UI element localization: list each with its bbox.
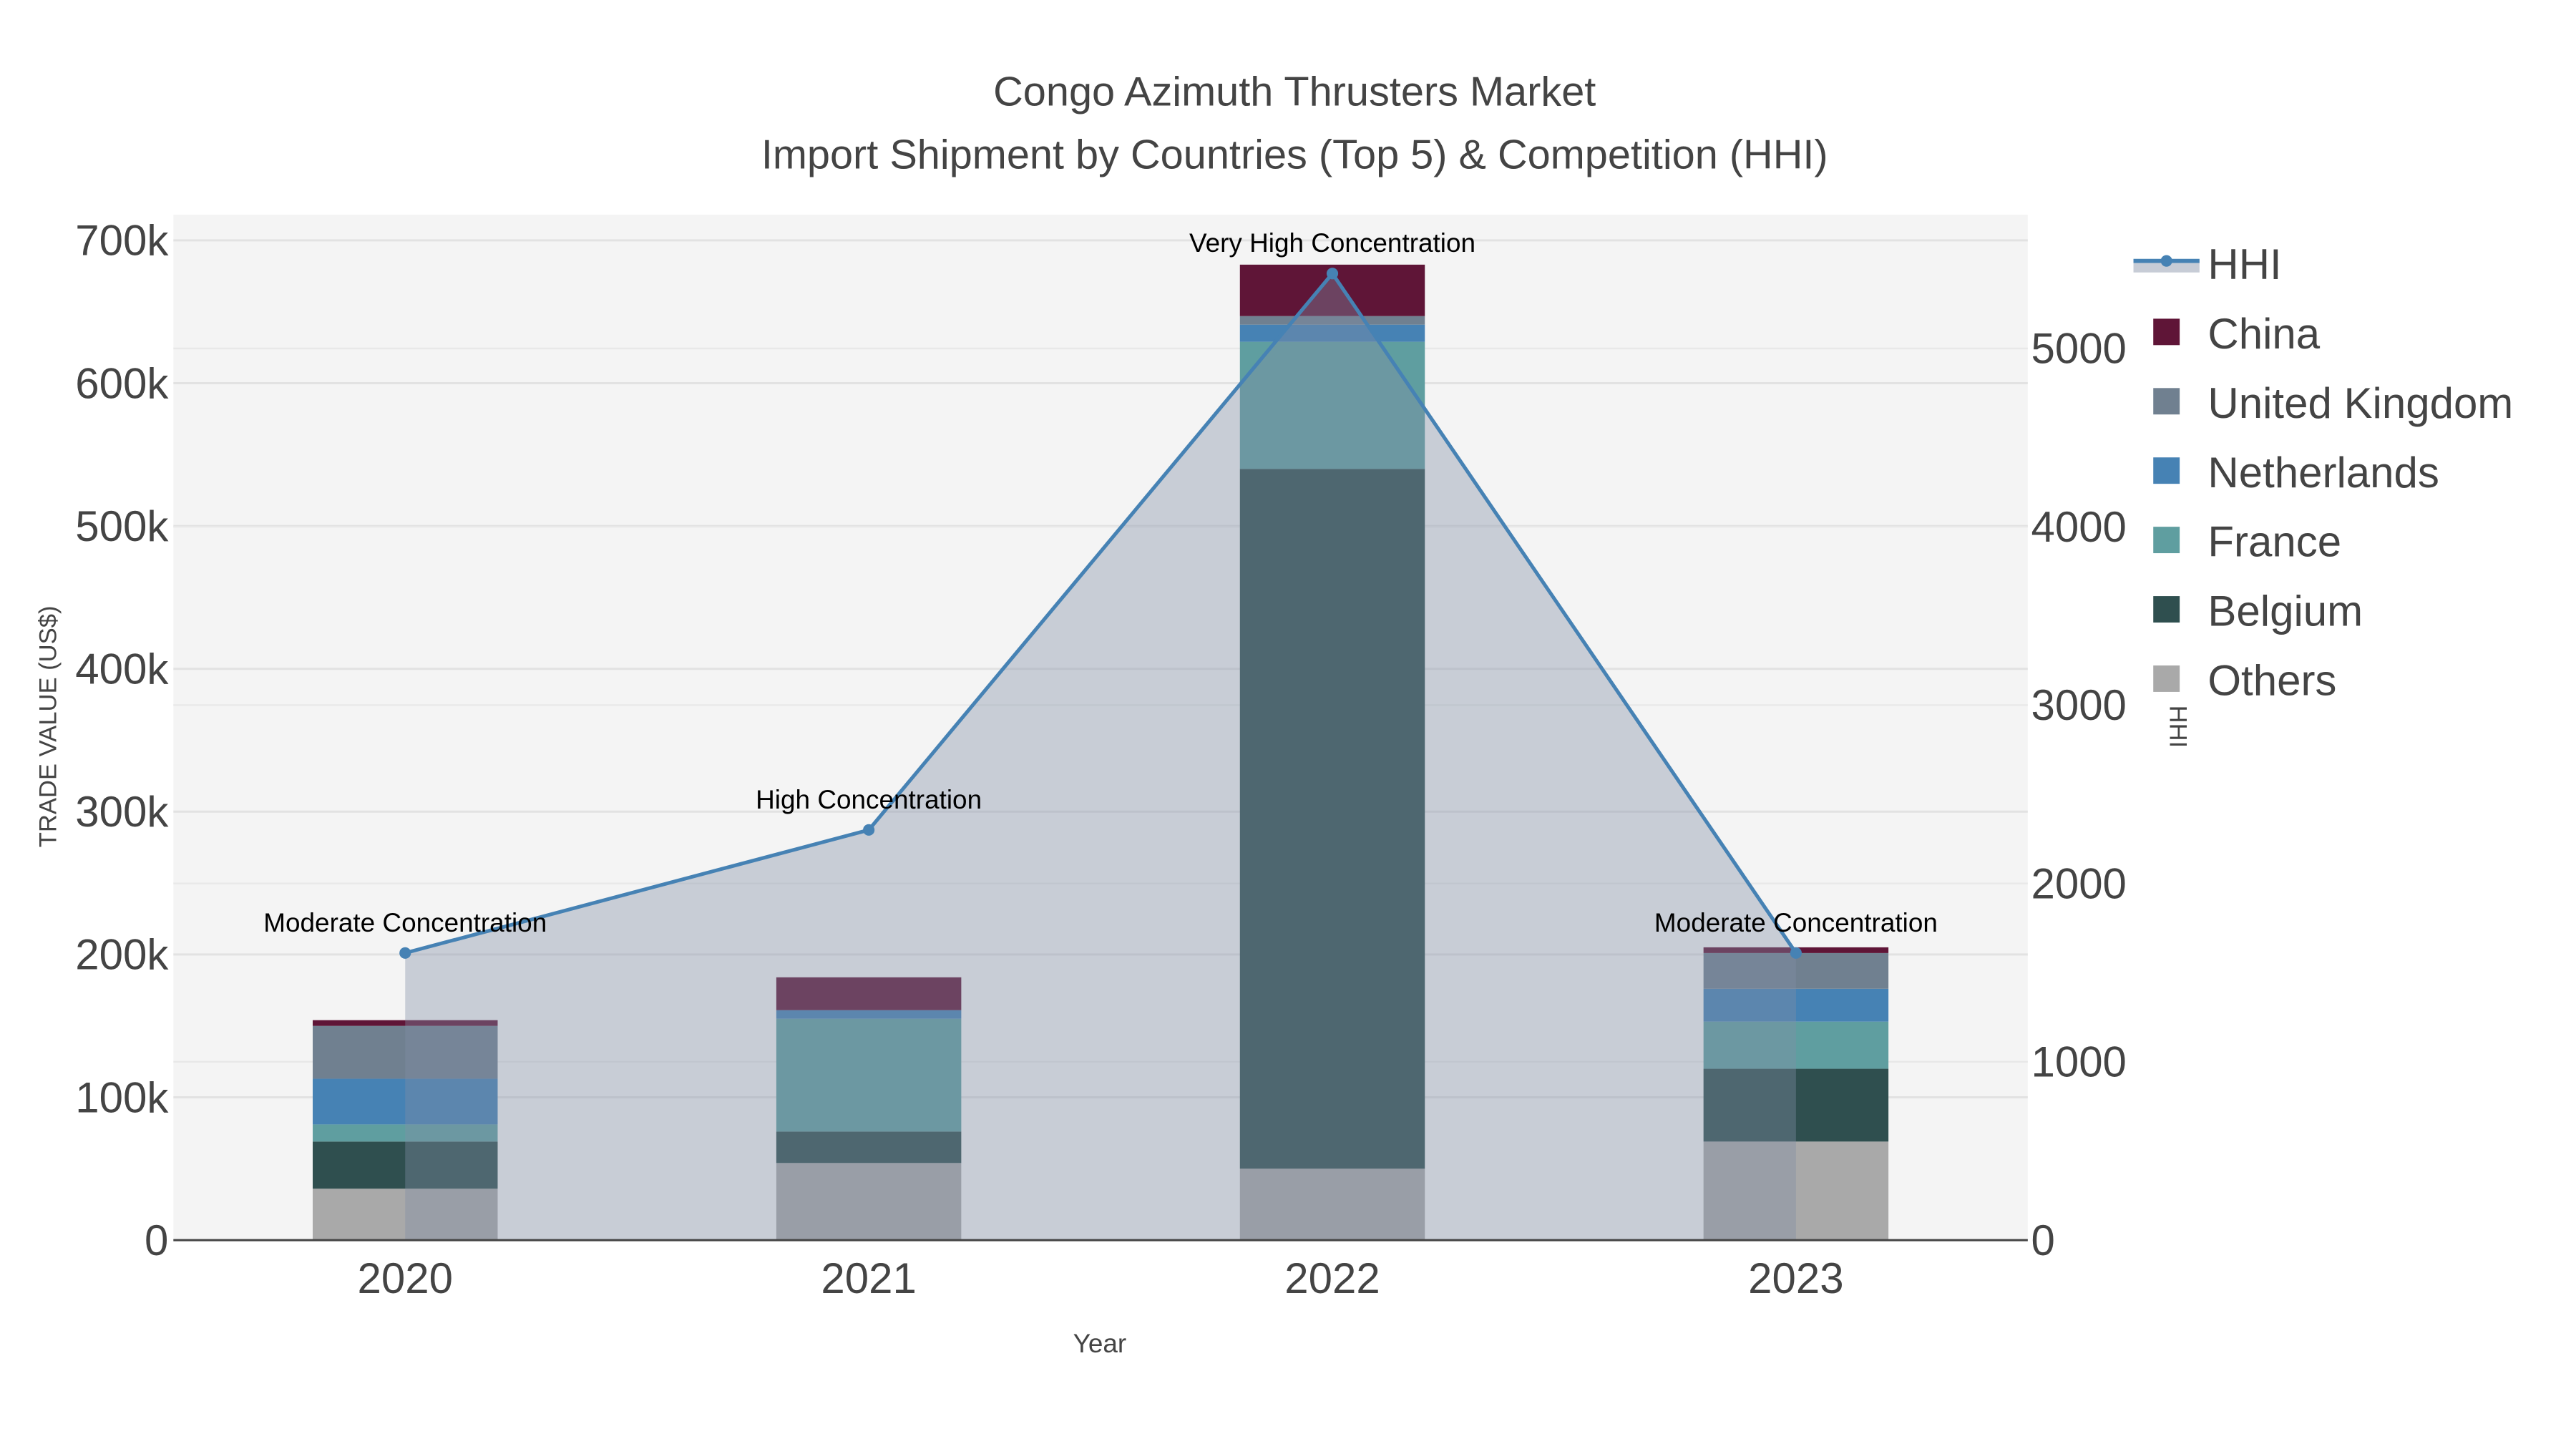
hhi-point	[863, 824, 875, 836]
y2-tick-label: 4000	[2031, 503, 2126, 551]
hhi-point	[399, 947, 411, 959]
x-tick-label: 2021	[821, 1254, 916, 1302]
hhi-point	[1790, 947, 1802, 959]
legend-label: Netherlands	[2207, 449, 2439, 497]
legend-swatch-hhi-marker	[2160, 255, 2172, 267]
y2-tick-label: 3000	[2031, 681, 2126, 729]
legend-swatch-china	[2153, 318, 2180, 346]
legend-swatch-netherlands	[2153, 457, 2180, 484]
legend-swatch-france	[2153, 527, 2180, 554]
chart-subtitle: Import Shipment by Countries (Top 5) & C…	[761, 132, 1828, 177]
legend-swatch-others	[2153, 665, 2180, 692]
hhi-annotation: Moderate Concentration	[1654, 908, 1938, 937]
hhi-annotation: Moderate Concentration	[263, 908, 547, 937]
legend-label: France	[2207, 518, 2341, 566]
y-tick-label: 0	[145, 1216, 168, 1264]
y-axis-title: TRADE VALUE (US$)	[34, 605, 62, 847]
chart-title: Congo Azimuth Thrusters Market	[993, 69, 1596, 115]
hhi-point	[1326, 268, 1339, 280]
legend-swatch-belgium	[2153, 596, 2180, 623]
legend-label: China	[2207, 310, 2320, 358]
y2-tick-label: 0	[2031, 1216, 2054, 1264]
x-tick-label: 2023	[1748, 1254, 1843, 1302]
x-axis-title: Year	[1073, 1329, 1127, 1358]
y-tick-label: 500k	[75, 502, 169, 550]
hhi-annotation: Very High Concentration	[1189, 228, 1475, 258]
y2-tick-label: 5000	[2031, 325, 2126, 373]
hhi-annotation: High Concentration	[756, 785, 982, 814]
legend-swatch-united-kingdom	[2153, 388, 2180, 415]
y-tick-label: 700k	[75, 217, 169, 265]
y-tick-label: 400k	[75, 645, 169, 693]
legend-label: Others	[2207, 657, 2336, 705]
chart: Moderate Concentration High Concentration…	[0, 0, 2576, 1449]
legend-label: United Kingdom	[2207, 379, 2513, 427]
y-tick-label: 300k	[75, 788, 169, 836]
y2-axis-title: HHI	[2164, 706, 2191, 748]
x-tick-label: 2020	[358, 1254, 453, 1302]
y2-tick-label: 2000	[2031, 859, 2126, 907]
y-tick-label: 600k	[75, 359, 169, 407]
x-tick-label: 2022	[1284, 1254, 1380, 1302]
legend-label: HHI	[2207, 240, 2281, 288]
y-tick-label: 100k	[75, 1073, 169, 1121]
y2-tick-label: 1000	[2031, 1038, 2126, 1086]
y-tick-label: 200k	[75, 931, 169, 979]
legend-label: Belgium	[2207, 587, 2363, 635]
